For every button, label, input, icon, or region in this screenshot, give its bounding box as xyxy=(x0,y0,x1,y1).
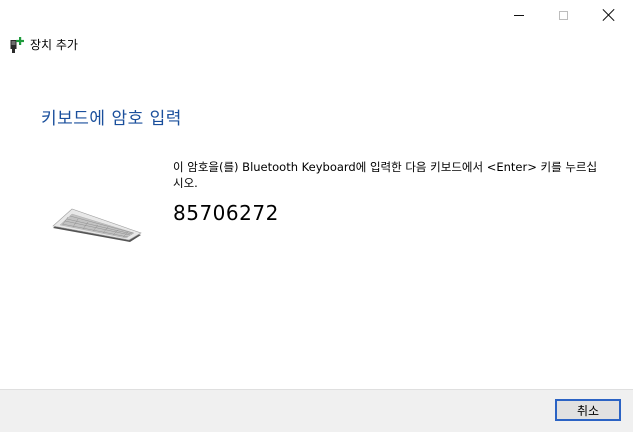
app-header: 장치 추가 xyxy=(10,36,78,53)
page-title: 키보드에 암호 입력 xyxy=(41,109,182,129)
add-device-window: 장치 추가 키보드에 암호 입력 이 암호을(를) Bluetooth Keyb… xyxy=(0,0,633,432)
keyboard-icon xyxy=(52,208,142,242)
footer-bar: 취소 xyxy=(0,389,633,432)
instruction-text: 이 암호을(를) Bluetooth Keyboard에 입력한 다음 키보드에… xyxy=(173,160,598,190)
app-title: 장치 추가 xyxy=(30,38,78,52)
add-device-icon xyxy=(10,36,24,53)
close-icon xyxy=(603,9,615,21)
maximize-button[interactable] xyxy=(540,0,586,30)
minimize-icon xyxy=(514,14,524,16)
pairing-code: 85706272 xyxy=(173,201,279,225)
maximize-icon xyxy=(558,10,568,20)
minimize-button[interactable] xyxy=(496,0,542,30)
cancel-button[interactable]: 취소 xyxy=(555,399,621,421)
close-button[interactable] xyxy=(586,0,632,30)
